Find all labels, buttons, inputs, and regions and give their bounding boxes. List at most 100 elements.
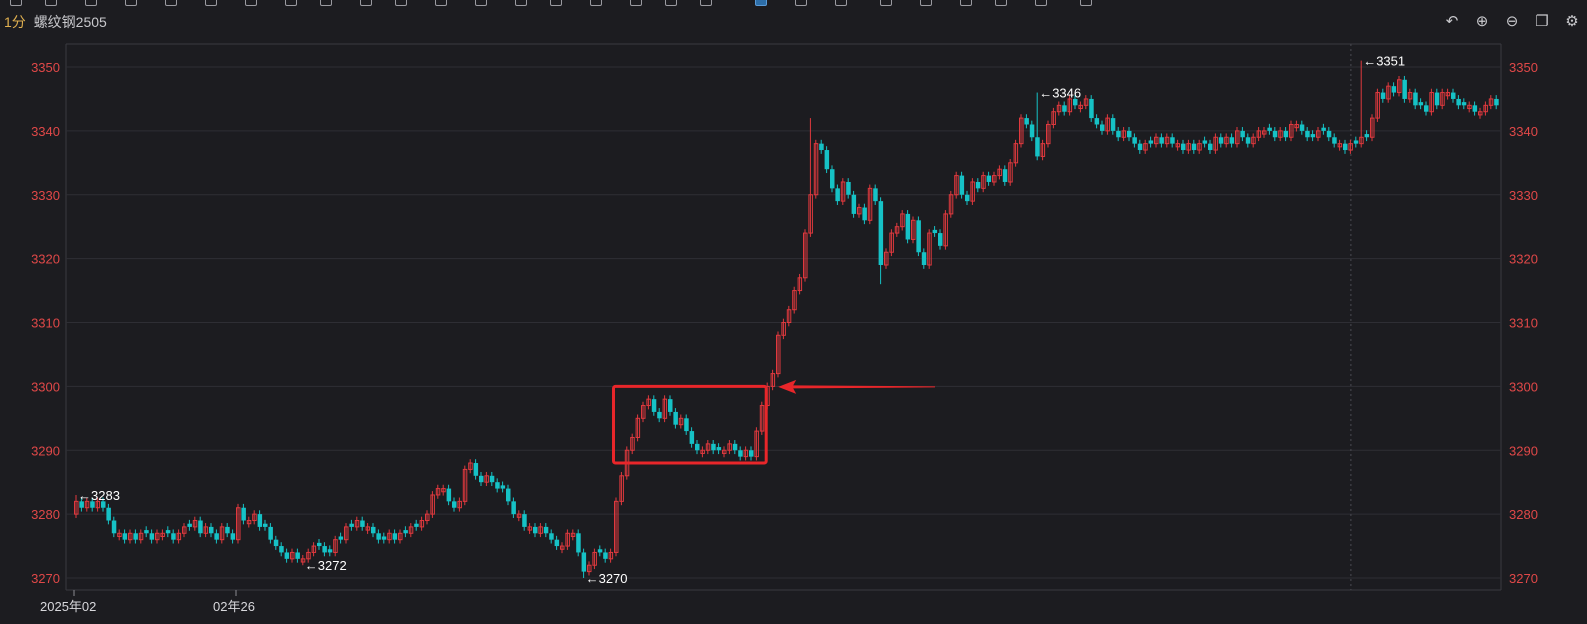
- candle-body-down: [657, 411, 662, 419]
- candle-body-down: [214, 533, 219, 540]
- candle-body-down: [263, 523, 268, 527]
- candle-body-down: [846, 181, 851, 195]
- candle-body-down: [257, 514, 263, 527]
- candle-body-down: [749, 450, 754, 457]
- candle-body-down: [835, 188, 840, 202]
- y-tick-left-3330: 3330: [31, 188, 60, 203]
- candle-body-down: [1100, 124, 1105, 131]
- candle-body-down: [225, 526, 230, 534]
- candle-body-down: [830, 169, 835, 189]
- candle-body-down: [597, 549, 603, 553]
- candle-body-down: [1218, 137, 1224, 144]
- candle-body-down: [695, 443, 700, 451]
- candle-body-down: [1326, 130, 1332, 138]
- y-tick-right-3310: 3310: [1509, 316, 1538, 331]
- candle-body-down: [111, 520, 117, 534]
- candle-body-down: [1148, 140, 1154, 144]
- candle-body-down: [1170, 137, 1175, 144]
- candle-body-down: [1434, 92, 1440, 106]
- candle-body-down: [1024, 118, 1029, 125]
- candle-body-down: [1310, 134, 1316, 138]
- candle-body-down: [689, 431, 695, 444]
- y-tick-right-3280: 3280: [1509, 507, 1538, 522]
- y-tick-left-3280: 3280: [31, 507, 60, 522]
- candle-body-down: [1456, 98, 1461, 106]
- candle-body-down: [511, 501, 516, 515]
- y-tick-right-3290: 3290: [1509, 443, 1538, 458]
- candle-body-down: [144, 530, 149, 534]
- candle-body-down: [651, 399, 657, 412]
- y-tick-left-3270: 3270: [31, 571, 60, 586]
- price-annotation: ←3346: [1039, 86, 1081, 101]
- candle-body-down: [133, 533, 138, 540]
- candle-body-down: [1472, 105, 1478, 112]
- candle-body-down: [327, 549, 333, 553]
- candle-body-down: [149, 533, 155, 540]
- candle-body-down: [371, 526, 376, 534]
- candle-body-down: [452, 501, 457, 508]
- candle-body-down: [905, 213, 911, 240]
- candle-body-down: [187, 523, 192, 527]
- candle-body-down: [1305, 130, 1310, 138]
- candle-body-down: [878, 201, 884, 266]
- candle-body-down: [824, 150, 830, 170]
- candle-body-down: [1229, 137, 1235, 144]
- candle-body-down: [1267, 127, 1272, 131]
- candle-body-down: [403, 530, 408, 534]
- candle-body-down: [1418, 102, 1424, 106]
- candle-body-down: [716, 447, 722, 451]
- price-annotation: ←3283: [78, 488, 120, 503]
- candle-body-down: [738, 450, 743, 457]
- candle-body-down: [106, 507, 111, 521]
- candle-body-down: [1035, 137, 1040, 157]
- candle-body-down: [446, 488, 452, 502]
- candle-body-down: [862, 207, 867, 221]
- y-tick-left-3340: 3340: [31, 124, 60, 139]
- candle-body-down: [1364, 134, 1370, 138]
- candle-body-down: [1272, 130, 1278, 138]
- candle-body-down: [1002, 169, 1008, 182]
- candle-body-down: [1402, 79, 1407, 99]
- candle-body-down: [1159, 137, 1164, 144]
- candle-body-down: [1343, 143, 1348, 151]
- y-tick-right-3330: 3330: [1509, 188, 1538, 203]
- candle-body-down: [295, 552, 300, 559]
- candle-body-down: [500, 485, 506, 489]
- candle-body-down: [268, 526, 273, 540]
- candle-body-down: [533, 526, 538, 534]
- candlestick-chart[interactable]: 3270 3270 3280 3280 3290 3290 3300 3300 3310 3310…: [0, 0, 1587, 624]
- candle-body-down: [279, 546, 284, 553]
- candle-body-down: [414, 523, 419, 527]
- candle-body-down: [479, 475, 484, 483]
- candle-body-down: [549, 533, 554, 540]
- candle-body-down: [684, 418, 689, 432]
- candle-body-down: [209, 526, 214, 534]
- x-tick-label: 2025年02: [40, 599, 96, 614]
- y-tick-right-3300: 3300: [1509, 379, 1538, 394]
- candle-body-down: [554, 539, 560, 547]
- candle-body-down: [1283, 130, 1289, 138]
- candle-body-down: [873, 188, 878, 202]
- candle-body-down: [673, 411, 678, 425]
- candle-body-down: [1094, 118, 1100, 125]
- candle-body-down: [1191, 143, 1197, 151]
- candle-body-down: [122, 533, 128, 540]
- y-tick-left-3300: 3300: [31, 379, 60, 394]
- candle-body-down: [581, 552, 587, 572]
- candle-body-down: [522, 514, 527, 527]
- candle-body-down: [975, 181, 981, 189]
- y-tick-right-3340: 3340: [1509, 124, 1538, 139]
- candle-body-down: [1424, 105, 1429, 112]
- candle-body-down: [1208, 143, 1213, 151]
- candle-body-down: [1332, 137, 1337, 144]
- price-annotation: ←3272: [305, 558, 347, 573]
- candle-body-down: [489, 475, 495, 483]
- y-tick-right-3270: 3270: [1509, 571, 1538, 586]
- y-tick-right-3350: 3350: [1509, 60, 1538, 75]
- candle-body-down: [1240, 130, 1245, 138]
- candle-body-down: [1029, 124, 1035, 138]
- price-annotation: ←3270: [586, 571, 628, 586]
- candle-body-down: [543, 526, 549, 534]
- candle-body-down: [241, 507, 246, 521]
- candle-body-down: [381, 536, 387, 540]
